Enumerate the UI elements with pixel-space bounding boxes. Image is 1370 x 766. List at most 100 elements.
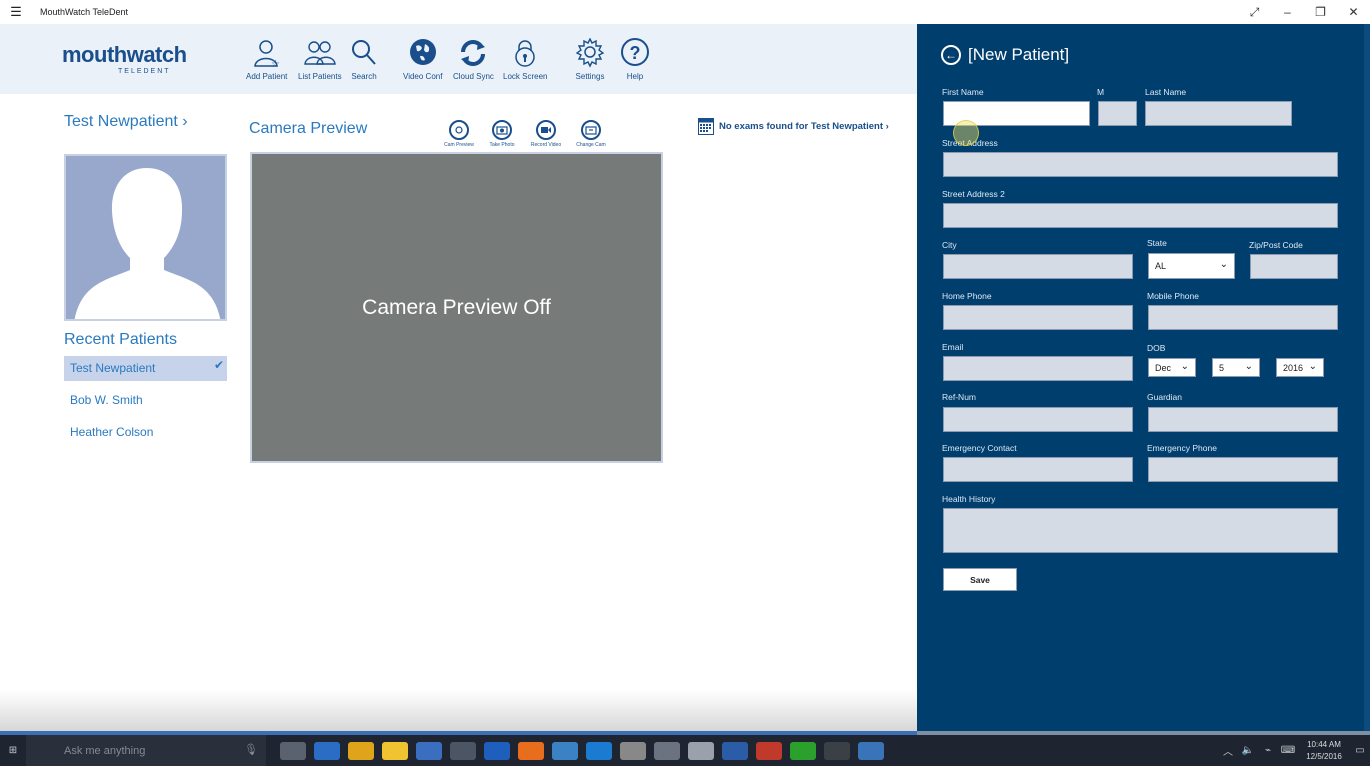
taskbar-app-icon[interactable] (450, 741, 476, 760)
keyboard-icon[interactable]: ⌨ (1278, 745, 1298, 756)
list-patients-label: List Patients (298, 72, 342, 81)
video-conf-label: Video Conf (403, 72, 443, 81)
guardian-field[interactable] (1148, 407, 1338, 432)
search-icon (352, 40, 376, 65)
windows-start-icon[interactable]: ⊞ (0, 745, 26, 756)
calendar-icon (698, 118, 714, 135)
cloud-sync-button[interactable]: Cloud Sync (453, 38, 494, 81)
chevron-up-icon[interactable]: ︿ (1218, 743, 1238, 758)
record-video-button[interactable]: Record Video (528, 120, 564, 148)
taskbar-app-icon[interactable] (824, 741, 850, 760)
taskbar-app-icon[interactable] (348, 741, 374, 760)
middle-initial-field[interactable] (1098, 101, 1137, 126)
taskbar-app-icon[interactable] (518, 741, 544, 760)
patient-name-link[interactable]: Test Newpatient › (64, 113, 188, 131)
taskbar-app-icon[interactable] (382, 741, 408, 760)
lock-screen-button[interactable]: Lock Screen (503, 38, 547, 81)
dob-month-select[interactable]: Dec ⌄ (1148, 358, 1196, 377)
dob-month-value: Dec (1155, 362, 1172, 373)
taskbar-app-icon[interactable] (654, 741, 680, 760)
window-title: MouthWatch TeleDent (40, 7, 129, 17)
taskbar-app-icon[interactable] (280, 741, 306, 760)
first-name-label: First Name (942, 87, 984, 97)
hamburger-icon[interactable]: ☰ (0, 4, 32, 20)
logo-brand: mouthwatch (62, 42, 187, 67)
ref-num-label: Ref-Num (942, 392, 977, 402)
recent-patient-item[interactable]: Test Newpatient ✔ (64, 356, 227, 381)
dob-year-select[interactable]: 2016 ⌄ (1276, 358, 1324, 377)
clock[interactable]: 10:44 AM 12/5/2016 (1298, 739, 1350, 763)
sync-icon (461, 40, 486, 66)
state-label: State (1147, 238, 1167, 248)
last-name-field[interactable] (1145, 101, 1292, 126)
add-patient-button[interactable]: ☆ Add Patient (246, 38, 287, 81)
mobile-phone-field[interactable] (1148, 305, 1338, 330)
state-select[interactable]: AL ⌄ (1148, 253, 1235, 279)
street-address-field[interactable] (943, 152, 1338, 177)
add-patient-icon: ☆ (253, 40, 280, 68)
search-button[interactable]: Search (349, 38, 379, 81)
settings-button[interactable]: Settings (575, 38, 605, 81)
minimize-icon[interactable]: – (1271, 5, 1304, 19)
recent-patient-item[interactable]: Heather Colson (64, 420, 227, 445)
taskbar-app-icon[interactable] (790, 741, 816, 760)
restore-icon[interactable]: ❐ (1304, 5, 1337, 19)
home-phone-field[interactable] (943, 305, 1133, 330)
cam-preview-button[interactable]: Cam Preview (441, 120, 477, 148)
notifications-icon[interactable]: ▭ (1350, 745, 1370, 756)
list-patients-button[interactable]: List Patients (298, 38, 342, 81)
taskbar-app-icon[interactable] (620, 741, 646, 760)
taskbar-app-icon[interactable] (314, 741, 340, 760)
taskbar-search[interactable]: Ask me anything 🎙 (26, 735, 266, 766)
taskbar-app-icon[interactable] (416, 741, 442, 760)
city-field[interactable] (943, 254, 1133, 279)
emergency-contact-field[interactable] (943, 457, 1133, 482)
taskbar-app-icon[interactable] (756, 741, 782, 760)
taskbar-app-icon[interactable] (586, 741, 612, 760)
clock-time: 10:44 AM (1307, 739, 1341, 749)
video-icon (536, 120, 556, 140)
ref-num-field[interactable] (943, 407, 1133, 432)
dob-day-select[interactable]: 5 ⌄ (1212, 358, 1260, 377)
email-field[interactable] (943, 356, 1133, 381)
health-history-field[interactable] (943, 508, 1338, 553)
save-button[interactable]: Save (943, 568, 1017, 591)
close-icon[interactable]: ✕ (1337, 5, 1370, 19)
mobile-phone-label: Mobile Phone (1147, 291, 1199, 301)
street-address-2-label: Street Address 2 (942, 189, 1005, 199)
photo-icon (492, 120, 512, 140)
health-history-label: Health History (942, 494, 996, 504)
change-cam-button[interactable]: Change Cam (573, 120, 609, 148)
street-address-2-field[interactable] (943, 203, 1338, 228)
search-label: Search (351, 72, 377, 81)
taskbar-app-icon[interactable] (484, 741, 510, 760)
taskbar-app-icon[interactable] (552, 741, 578, 760)
take-photo-label: Take Photo (489, 142, 515, 148)
exams-link[interactable]: No exams found for Test Newpatient › (698, 118, 889, 135)
volume-icon[interactable]: 🔈 (1238, 745, 1258, 756)
panel-scrollbar[interactable] (1364, 24, 1370, 732)
list-patients-icon (303, 41, 336, 65)
network-icon[interactable]: ⌁ (1258, 745, 1278, 756)
take-photo-button[interactable]: Take Photo (484, 120, 520, 148)
recent-patient-label: Test Newpatient (70, 361, 156, 375)
patient-avatar (64, 154, 227, 321)
record-video-label: Record Video (530, 142, 562, 148)
microphone-icon[interactable]: 🎙 (244, 743, 258, 756)
emergency-phone-field[interactable] (1148, 457, 1338, 482)
help-button[interactable]: ? Help (620, 38, 650, 81)
taskbar-app-icon[interactable] (688, 741, 714, 760)
zip-field[interactable] (1250, 254, 1338, 279)
camera-status: Camera Preview Off (362, 295, 551, 319)
guardian-label: Guardian (1147, 392, 1182, 402)
taskbar-app-icon[interactable] (858, 741, 884, 760)
chevron-down-icon: ⌄ (1244, 361, 1253, 372)
video-conf-button[interactable]: Video Conf (403, 38, 442, 81)
globe-icon (409, 39, 436, 65)
help-label: Help (626, 72, 644, 81)
taskbar-app-icon[interactable] (722, 741, 748, 760)
chevron-down-icon: ⌄ (1219, 259, 1228, 270)
back-arrow-icon[interactable]: ← (941, 45, 961, 65)
expand-icon[interactable]: ⤢ (1238, 5, 1271, 20)
recent-patient-item[interactable]: Bob W. Smith (64, 388, 227, 413)
